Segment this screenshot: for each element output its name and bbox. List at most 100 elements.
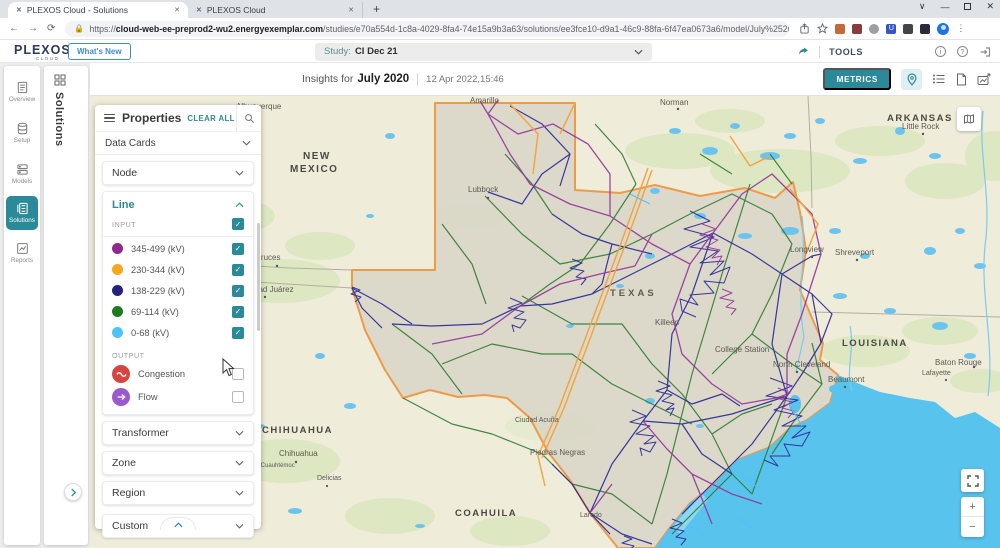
info-icon[interactable]: i [935, 46, 946, 57]
transformer-card[interactable]: Transformer [102, 421, 254, 445]
header-actions: TOOLS i ? [797, 40, 1000, 63]
map-layers-icon [964, 114, 974, 124]
properties-panel: Properties CLEAR ALL Data Cards Node Lin… [95, 105, 261, 538]
svg-text:COAHUILA: COAHUILA [455, 508, 517, 519]
voltage-checkbox[interactable] [232, 263, 244, 276]
chevron-down-icon [235, 460, 244, 466]
input-section-row: INPUT [112, 218, 244, 230]
input-all-checkbox[interactable] [232, 218, 244, 230]
region-card[interactable]: Region [102, 481, 254, 505]
mouse-cursor [222, 358, 235, 377]
exit-icon[interactable] [979, 46, 991, 58]
menu-icon[interactable] [104, 112, 115, 124]
voltage-checkbox[interactable] [232, 242, 244, 255]
clear-all-link[interactable]: CLEAR ALL [187, 114, 235, 123]
flow-checkbox[interactable] [232, 390, 244, 403]
zone-card[interactable]: Zone [102, 451, 254, 475]
study-selector[interactable]: Study: CI Dec 21 [315, 42, 652, 61]
whats-new-button[interactable]: What's New [68, 43, 131, 60]
window-maximize-icon[interactable] [964, 3, 972, 10]
help-icon[interactable]: ? [957, 46, 968, 57]
svg-text:MEXICO: MEXICO [290, 164, 338, 175]
tab-close-icon[interactable]: ✕ [348, 6, 354, 14]
setup-icon [17, 122, 27, 134]
location-pin-icon [906, 72, 917, 86]
line-card-header[interactable]: Line [112, 199, 244, 211]
extension-icon[interactable] [869, 23, 880, 34]
sidebar-item-reports[interactable]: Reports [4, 234, 40, 271]
zoom-in-button[interactable]: + [961, 497, 984, 517]
svg-text:CHIHUAHUA: CHIHUAHUA [262, 425, 333, 436]
map-layers-button[interactable] [957, 107, 981, 131]
nav-rail: Overview Setup Models Solutions Reports [4, 66, 40, 545]
content-area: Insights for July 2020 12 Apr 2022,15:46… [90, 63, 1000, 548]
voltage-color-dot [112, 306, 123, 317]
chevron-down-icon [634, 49, 643, 55]
map-canvas[interactable]: NEW MEXICO TEXAS ARKANSAS LOUISIANA CHIH… [90, 96, 1000, 548]
voltage-checkbox[interactable] [232, 284, 244, 297]
window-close-icon[interactable]: ✕ [986, 1, 994, 12]
legend-list-button[interactable] [932, 73, 946, 85]
profile-avatar[interactable] [937, 22, 950, 35]
extension-icon[interactable] [852, 23, 863, 34]
voltage-row: 345-499 (kV) [112, 238, 244, 259]
extension-icon[interactable] [835, 23, 846, 34]
share-icon[interactable] [797, 46, 810, 58]
expand-drawer-button[interactable] [64, 483, 82, 501]
document-button[interactable] [956, 73, 967, 86]
address-bar[interactable]: 🔒 https://cloud-web-ee-preprod2-wu2.ener… [65, 20, 790, 37]
panel-collapse-button[interactable] [160, 517, 196, 530]
svg-text:North Cleveland: North Cleveland [773, 360, 830, 369]
congestion-icon [112, 364, 130, 383]
tab-close-icon[interactable]: ✕ [174, 6, 180, 14]
tab-title: PLEXOS Cloud [206, 5, 266, 15]
node-card[interactable]: Node [102, 161, 254, 185]
reload-icon[interactable]: ⟳ [47, 23, 55, 34]
sidebar-item-setup[interactable]: Setup [4, 114, 40, 151]
plexos-favicon-icon: ✕ [16, 7, 22, 14]
divider [819, 45, 821, 58]
extension-icon[interactable] [920, 23, 931, 34]
app-window: ✕ PLEXOS Cloud - Solutions ✕ ✕ PLEXOS Cl… [0, 0, 1000, 548]
svg-text:NEW: NEW [303, 151, 331, 162]
new-tab-button[interactable]: + [373, 2, 380, 18]
tab-title: PLEXOS Cloud - Solutions [26, 5, 128, 15]
export-chart-button[interactable] [977, 72, 991, 86]
search-button[interactable] [236, 105, 261, 131]
browser-tab-strip: ✕ PLEXOS Cloud - Solutions ✕ ✕ PLEXOS Cl… [0, 0, 1000, 18]
map-pin-toggle[interactable] [901, 68, 922, 90]
sidebar-item-models[interactable]: Models [4, 155, 40, 192]
svg-text:TEXAS: TEXAS [610, 288, 657, 299]
sidebar-item-overview[interactable]: Overview [4, 73, 40, 110]
svg-text:Laredo: Laredo [580, 512, 602, 519]
solutions-icon [16, 202, 28, 215]
fullscreen-button[interactable] [961, 469, 984, 492]
voltage-color-dot [112, 327, 123, 338]
voltage-checkbox[interactable] [232, 326, 244, 339]
browser-tab-inactive[interactable]: ✕ PLEXOS Cloud ✕ [188, 2, 363, 18]
forward-icon[interactable]: → [28, 23, 38, 34]
data-cards-dropdown[interactable]: Data Cards [95, 132, 261, 155]
voltage-checkbox[interactable] [232, 305, 244, 318]
back-icon[interactable]: ← [9, 23, 19, 34]
models-icon [16, 163, 28, 175]
tools-menu[interactable]: TOOLS [829, 47, 863, 57]
insights-prefix: Insights for [302, 73, 354, 85]
metrics-button[interactable]: METRICS [823, 68, 891, 90]
window-minimize-icon[interactable]: — [940, 2, 949, 12]
extension-icon[interactable] [903, 23, 914, 34]
lock-icon: 🔒 [74, 24, 85, 33]
chevron-down-icon [235, 170, 244, 176]
share-page-icon[interactable] [799, 23, 810, 34]
zoom-out-button[interactable]: − [961, 517, 984, 537]
browser-tab-active[interactable]: ✕ PLEXOS Cloud - Solutions ✕ [8, 2, 188, 18]
sidebar-item-solutions[interactable]: Solutions [6, 196, 38, 230]
window-menu-icon[interactable]: ∨ [919, 1, 926, 12]
bookmark-star-icon[interactable] [817, 23, 829, 34]
extension-icon[interactable]: U [886, 23, 897, 34]
browser-menu-icon[interactable]: ⋮ [956, 23, 965, 34]
output-row-flow: Flow [112, 385, 244, 408]
panel-scrollbar[interactable] [256, 223, 260, 331]
svg-text:Norman: Norman [660, 98, 688, 107]
svg-text:Ciudad Acuña: Ciudad Acuña [515, 417, 559, 424]
